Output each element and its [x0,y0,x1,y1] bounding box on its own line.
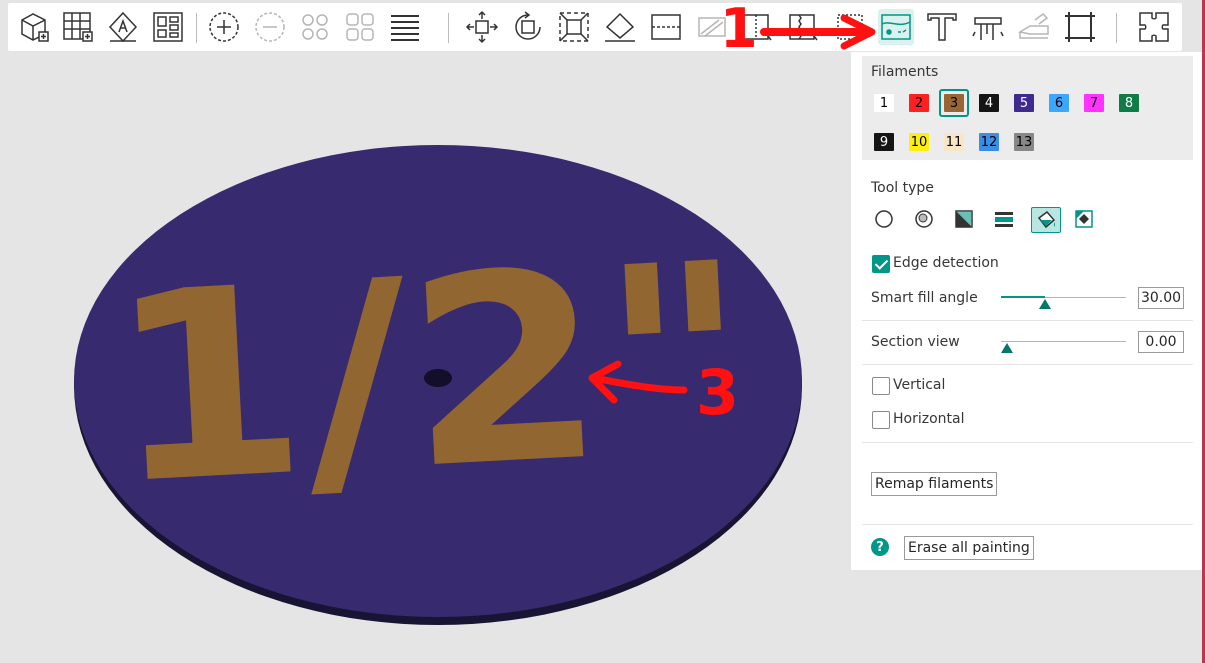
smart-fill-angle-fill [1001,296,1045,298]
section-view-track[interactable] [1001,341,1126,342]
vertical-label: Vertical [893,377,946,393]
toolbar-separator [448,13,449,43]
center-hole [424,369,452,387]
annotation-arrow-3 [588,360,688,404]
sphere-tool-icon[interactable] [911,207,937,231]
filament-swatch-12[interactable]: 12 [979,133,999,151]
filament-swatch-3[interactable]: 3 [944,94,964,112]
layers-icon[interactable] [387,9,423,45]
edge-detection-checkbox[interactable] [872,255,890,273]
lay-on-face-icon[interactable] [602,9,638,45]
height-range-tool-icon[interactable] [991,207,1017,231]
toolbar-separator [1116,13,1117,43]
section-view-thumb[interactable] [1001,343,1013,353]
measure-icon[interactable] [970,9,1006,45]
edge-detection-label: Edge detection [893,255,999,271]
section-view-label: Section view [871,334,960,350]
smart-fill-angle-thumb[interactable] [1038,299,1051,309]
filament-swatch-7[interactable]: 7 [1084,94,1104,112]
simplify-icon[interactable] [1062,9,1098,45]
filament-swatch-10[interactable]: 10 [909,133,929,151]
annotation-three: 3 [696,356,740,429]
remove-instance-icon[interactable] [252,9,288,45]
triangle-tool-icon[interactable] [951,207,977,231]
split-objects-icon[interactable] [297,9,333,45]
color-paint-icon[interactable] [878,9,914,45]
filament-swatch-5[interactable]: 5 [1014,94,1034,112]
move-icon[interactable] [464,9,500,45]
arrange-icon[interactable] [150,9,186,45]
vertical-checkbox[interactable] [872,377,890,395]
assembly-icon[interactable] [1136,9,1172,45]
filament-swatch-8[interactable]: 8 [1119,94,1139,112]
add-instance-icon[interactable] [206,9,242,45]
filament-swatch-1[interactable]: 1 [874,94,894,112]
cut-icon[interactable] [648,9,684,45]
scale-icon[interactable] [556,9,592,45]
horizontal-checkbox[interactable] [872,411,890,429]
section-view-input[interactable]: 0.00 [1138,331,1184,353]
split-parts-icon[interactable] [342,9,378,45]
tool-type-label: Tool type [871,180,934,196]
emboss-icon[interactable] [1016,9,1052,45]
filament-swatch-9[interactable]: 9 [874,133,894,151]
divider [862,524,1193,525]
horizontal-label: Horizontal [893,411,965,427]
filaments-label: Filaments [871,64,939,80]
color-painting-panel: Filaments 1 2 3 4 5 6 7 8 9 10 11 12 13 Tool type Ed… [851,52,1202,570]
gap-fill-tool-icon[interactable] [1071,207,1097,231]
annotation-one: 1 [720,0,758,60]
help-icon[interactable]: ? [871,538,889,556]
filaments-section: Filaments 1 2 3 4 5 6 7 8 9 10 11 12 13 [862,56,1193,160]
divider [862,442,1193,443]
smart-fill-angle-input[interactable]: 30.00 [1138,287,1184,309]
top-toolbar [8,3,1182,51]
fill-bucket-tool-icon[interactable] [1031,207,1061,233]
divider [862,364,1193,365]
add-plate-icon[interactable] [60,9,96,45]
add-cube-icon[interactable] [16,9,52,45]
divider [862,320,1193,321]
text-icon[interactable] [924,9,960,45]
filament-swatch-11[interactable]: 11 [944,133,964,151]
filament-swatch-4[interactable]: 4 [979,94,999,112]
rotate-icon[interactable] [510,9,546,45]
circle-tool-icon[interactable] [871,207,897,231]
erase-all-painting-button[interactable]: Erase all painting [904,536,1034,560]
annotation-arrow-1 [760,14,876,50]
auto-orient-icon[interactable] [105,9,141,45]
toolbar-separator [196,13,197,43]
filament-swatch-13[interactable]: 13 [1014,133,1034,151]
filament-swatch-2[interactable]: 2 [909,94,929,112]
smart-fill-angle-label: Smart fill angle [871,290,978,306]
filament-swatch-6[interactable]: 6 [1049,94,1069,112]
remap-filaments-button[interactable]: Remap filaments [871,472,998,496]
